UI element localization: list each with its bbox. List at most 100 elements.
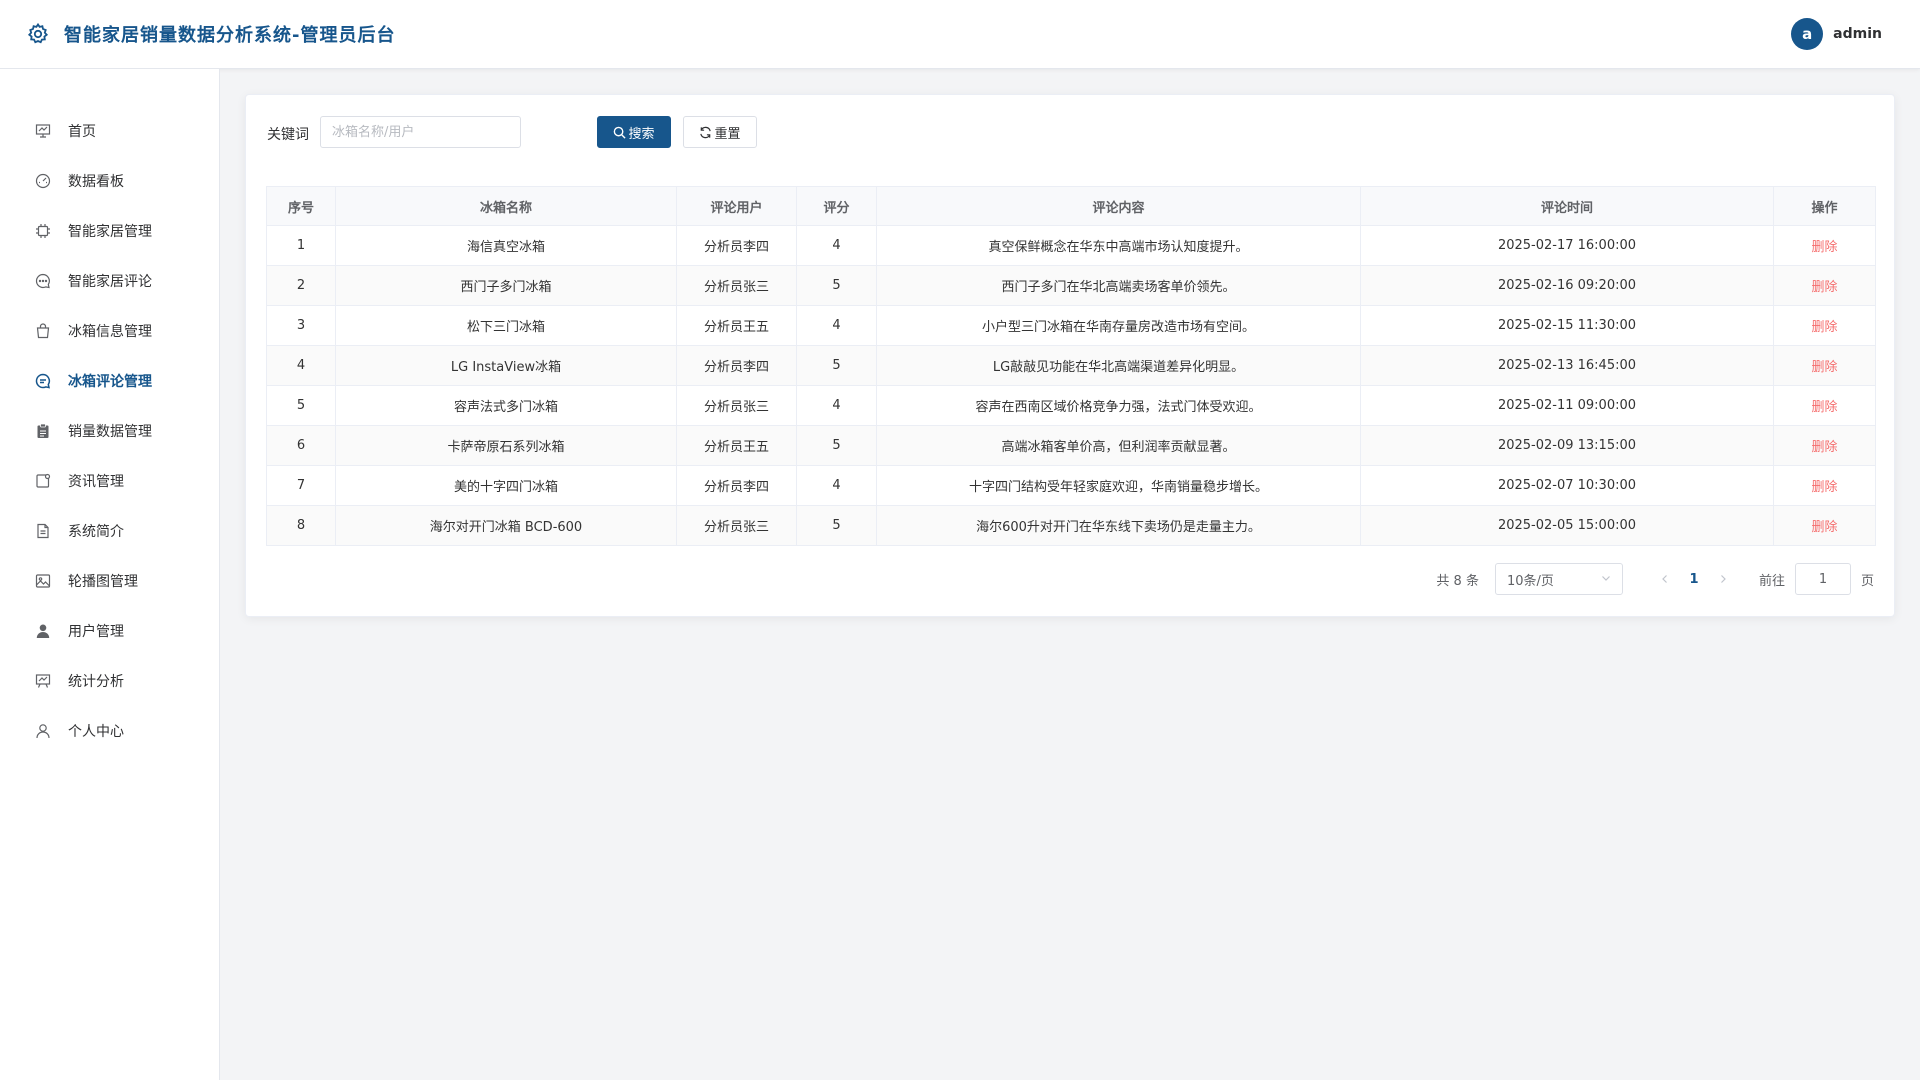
gear-icon <box>25 21 51 47</box>
keyword-label: 关键词 <box>267 127 309 143</box>
prev-page-button[interactable] <box>1651 565 1679 593</box>
cell-time: 2025-02-16 09:20:00 <box>1360 265 1774 306</box>
cell-action: 删除 <box>1773 225 1876 266</box>
cell-score: 5 <box>796 425 877 466</box>
cell-name: 西门子多门冰箱 <box>335 265 677 306</box>
sidebar-item-label: 智能家居管理 <box>68 224 152 240</box>
delete-button[interactable]: 删除 <box>1811 480 1837 495</box>
cell-user: 分析员李四 <box>676 345 797 386</box>
clipboard-icon <box>34 422 52 440</box>
cell-action: 删除 <box>1773 425 1876 466</box>
comments-table: 序号 冰箱名称 评论用户 评分 评论内容 评论时间 操作 1 海信真空冰箱 分析… <box>266 186 1876 546</box>
delete-button[interactable]: 删除 <box>1811 520 1837 535</box>
cell-content: LG敲敲见功能在华北高端渠道差异化明显。 <box>876 345 1361 386</box>
column-header: 评分 <box>796 186 877 226</box>
sidebar-item-smart-home-comments[interactable]: 智能家居评论 <box>0 261 219 301</box>
user-menu[interactable]: a admin <box>1791 18 1882 50</box>
cell-time: 2025-02-09 13:15:00 <box>1360 425 1774 466</box>
cell-index: 4 <box>266 345 336 386</box>
sidebar-item-fridge-comments[interactable]: 冰箱评论管理 <box>0 361 219 401</box>
delete-button[interactable]: 删除 <box>1811 400 1837 415</box>
cell-user: 分析员张三 <box>676 265 797 306</box>
pagination: 共 8 条 10条/页 1 前往 页 <box>1436 563 1874 595</box>
sidebar-item-statistics[interactable]: 统计分析 <box>0 661 219 701</box>
cell-name: 松下三门冰箱 <box>335 305 677 346</box>
page-size-select[interactable]: 10条/页 <box>1494 563 1623 595</box>
cell-score: 5 <box>796 505 877 546</box>
cell-name: 海信真空冰箱 <box>335 225 677 266</box>
cell-index: 8 <box>266 505 336 546</box>
table-row: 6 卡萨帝原石系列冰箱 分析员王五 5 高端冰箱客单价高，但利润率贡献显著。 2… <box>266 425 1876 466</box>
sidebar-item-smart-home[interactable]: 智能家居管理 <box>0 211 219 251</box>
document-icon <box>34 522 52 540</box>
cell-action: 删除 <box>1773 505 1876 546</box>
sidebar-item-carousel[interactable]: 轮播图管理 <box>0 561 219 601</box>
table-row: 2 西门子多门冰箱 分析员张三 5 西门子多门在华北高端卖场客单价领先。 202… <box>266 265 1876 306</box>
goto-page-input[interactable] <box>1794 563 1851 595</box>
page-number-current[interactable]: 1 <box>1679 565 1709 593</box>
sidebar-item-label: 冰箱评论管理 <box>68 374 152 390</box>
reset-button[interactable]: 重置 <box>683 116 757 148</box>
cell-user: 分析员李四 <box>676 465 797 506</box>
cell-score: 5 <box>796 345 877 386</box>
cell-action: 删除 <box>1773 265 1876 306</box>
cell-index: 7 <box>266 465 336 506</box>
cell-score: 4 <box>796 305 877 346</box>
app-title: 智能家居销量数据分析系统-管理员后台 <box>64 25 396 46</box>
sidebar-item-label: 冰箱信息管理 <box>68 324 152 340</box>
table-row: 5 容声法式多门冰箱 分析员张三 4 容声在西南区域价格竞争力强，法式门体受欢迎… <box>266 385 1876 426</box>
user-outline-icon <box>34 722 52 740</box>
page-suffix: 页 <box>1860 573 1874 589</box>
table-row: 8 海尔对开门冰箱 BCD-600 分析员张三 5 海尔600升对开门在华东线下… <box>266 505 1876 546</box>
cell-index: 1 <box>266 225 336 266</box>
chevron-left-icon <box>1662 575 1667 583</box>
sidebar-item-label: 数据看板 <box>68 174 124 190</box>
avatar[interactable]: a <box>1791 18 1824 50</box>
next-page-button[interactable] <box>1709 565 1737 593</box>
picture-icon <box>34 572 52 590</box>
delete-button[interactable]: 删除 <box>1811 440 1837 455</box>
column-header: 评论时间 <box>1360 186 1774 226</box>
table-row: 7 美的十字四门冰箱 分析员李四 4 十字四门结构受年轻家庭欢迎，华南销量稳步增… <box>266 465 1876 506</box>
cell-score: 5 <box>796 265 877 306</box>
sidebar-item-profile[interactable]: 个人中心 <box>0 711 219 751</box>
sidebar-item-news[interactable]: 资讯管理 <box>0 461 219 501</box>
page-size-value: 10条/页 <box>1506 573 1554 589</box>
cell-content: 十字四门结构受年轻家庭欢迎，华南销量稳步增长。 <box>876 465 1361 506</box>
delete-button[interactable]: 删除 <box>1811 240 1837 255</box>
username[interactable]: admin <box>1833 26 1882 42</box>
cell-name: 海尔对开门冰箱 BCD-600 <box>335 505 677 546</box>
cell-action: 删除 <box>1773 385 1876 426</box>
delete-button[interactable]: 删除 <box>1811 280 1837 295</box>
cell-name: 容声法式多门冰箱 <box>335 385 677 426</box>
cell-score: 4 <box>796 465 877 506</box>
column-header: 序号 <box>266 186 336 226</box>
cell-action: 删除 <box>1773 345 1876 386</box>
sidebar-item-label: 统计分析 <box>68 674 124 690</box>
dashboard-gauge-icon <box>34 172 52 190</box>
delete-button[interactable]: 删除 <box>1811 320 1837 335</box>
cell-content: 真空保鲜概念在华东中高端市场认知度提升。 <box>876 225 1361 266</box>
sidebar-item-fridge-info[interactable]: 冰箱信息管理 <box>0 311 219 351</box>
cell-action: 删除 <box>1773 465 1876 506</box>
cell-user: 分析员李四 <box>676 225 797 266</box>
sidebar-item-dashboard[interactable]: 数据看板 <box>0 161 219 201</box>
keyword-input[interactable] <box>320 116 521 148</box>
presentation-icon <box>34 122 52 140</box>
chevron-right-icon <box>1721 575 1726 583</box>
search-button[interactable]: 搜索 <box>597 116 671 148</box>
chart-board-icon <box>34 672 52 690</box>
cell-content: 西门子多门在华北高端卖场客单价领先。 <box>876 265 1361 306</box>
sidebar-item-sales-data[interactable]: 销量数据管理 <box>0 411 219 451</box>
sidebar-item-users[interactable]: 用户管理 <box>0 611 219 651</box>
cell-time: 2025-02-17 16:00:00 <box>1360 225 1774 266</box>
sidebar-item-home[interactable]: 首页 <box>0 111 219 151</box>
sidebar-item-about[interactable]: 系统简介 <box>0 511 219 551</box>
column-header: 操作 <box>1773 186 1876 226</box>
sidebar-item-label: 系统简介 <box>68 524 124 540</box>
delete-button[interactable]: 删除 <box>1811 360 1837 375</box>
cell-content: 小户型三门冰箱在华南存量房改造市场有空间。 <box>876 305 1361 346</box>
search-icon <box>613 126 627 139</box>
chip-icon <box>34 222 52 240</box>
search-button-label: 搜索 <box>628 126 655 142</box>
